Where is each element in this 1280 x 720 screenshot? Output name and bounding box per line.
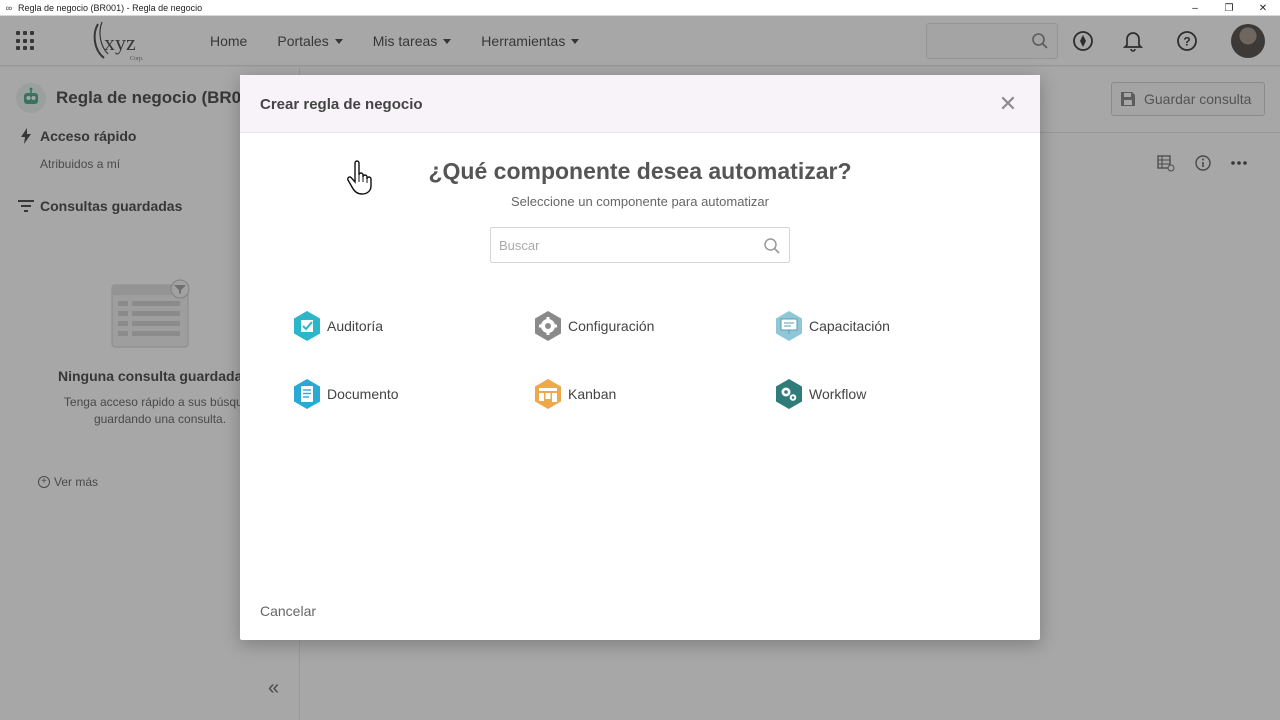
component-capacitacion[interactable]: Capacitación [774, 310, 890, 342]
component-auditoria[interactable]: Auditoría [292, 310, 383, 342]
component-documento[interactable]: Documento [292, 378, 399, 410]
workflow-icon [776, 379, 802, 409]
component-label: Configuración [568, 318, 655, 334]
search-icon [764, 238, 780, 254]
component-label: Documento [327, 386, 399, 402]
modal-subtitle: Seleccione un componente para automatiza… [511, 194, 769, 209]
window-controls: – ❐ ✕ [1178, 0, 1280, 16]
component-workflow[interactable]: Workflow [774, 378, 866, 410]
gear-icon [535, 311, 561, 341]
modal-title: Crear regla de negocio [260, 96, 423, 113]
modal-header: Crear regla de negocio ✕ [240, 75, 1040, 133]
close-window-button[interactable]: ✕ [1246, 0, 1280, 16]
component-label: Workflow [809, 386, 867, 402]
component-configuracion[interactable]: Configuración [533, 310, 654, 342]
cancel-button[interactable]: Cancelar [260, 603, 316, 619]
window-title: Regla de negocio (BR001) - Regla de nego… [18, 2, 203, 13]
component-search [490, 227, 790, 263]
component-search-input[interactable] [491, 228, 751, 262]
audit-icon [294, 311, 320, 341]
kanban-icon [535, 379, 561, 409]
restore-button[interactable]: ❐ [1212, 0, 1246, 16]
hand-cursor-icon [347, 160, 372, 195]
component-kanban[interactable]: Kanban [533, 378, 616, 410]
app-icon: ∞ [5, 2, 13, 13]
component-label: Kanban [568, 386, 617, 402]
window-titlebar: ∞ Regla de negocio (BR001) - Regla de ne… [0, 0, 1280, 16]
component-label: Auditoría [327, 318, 384, 334]
training-icon [776, 311, 802, 341]
minimize-button[interactable]: – [1178, 0, 1212, 16]
component-label: Capacitación [809, 318, 890, 334]
close-icon[interactable]: ✕ [996, 92, 1020, 116]
document-icon [294, 379, 320, 409]
